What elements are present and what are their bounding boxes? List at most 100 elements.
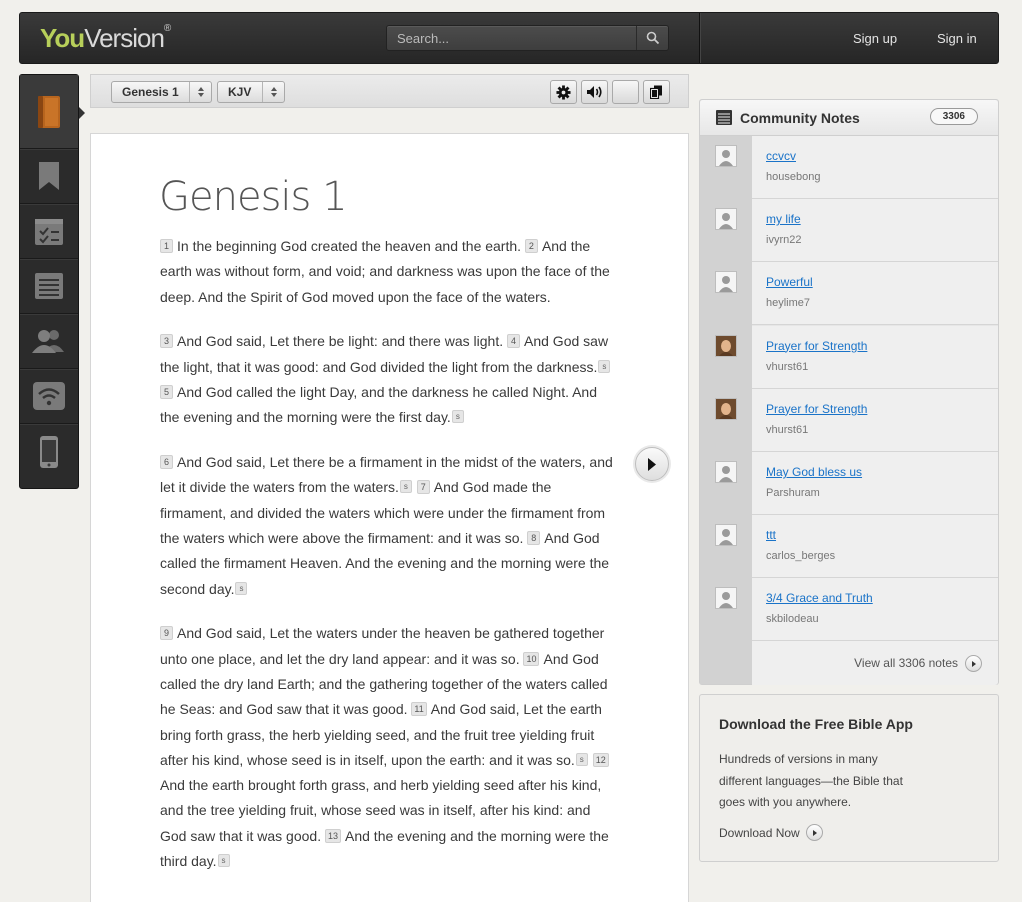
verse-number[interactable]: 2: [524, 239, 538, 253]
note-author: housebong: [766, 171, 821, 183]
download-now-link[interactable]: Download Now: [719, 824, 823, 841]
verse-paragraph: 1 In the beginning God created the heaven…: [160, 234, 620, 310]
reader-toolbar: Genesis 1 KJV: [90, 74, 689, 108]
rail-item-reader[interactable]: [20, 75, 78, 149]
user-avatar[interactable]: [715, 587, 737, 610]
section-marker[interactable]: s: [217, 854, 230, 868]
bible-reader-panel: Genesis 1 1 In the beginning God created …: [90, 133, 689, 902]
youversion-logo[interactable]: YouVersion®: [40, 23, 171, 54]
note-item: May God bless us Parshuram: [752, 452, 998, 515]
settings-button[interactable]: [550, 80, 577, 104]
sign-up-link[interactable]: Sign up: [853, 31, 897, 46]
active-section-pointer: [79, 107, 85, 119]
user-avatar[interactable]: [715, 271, 737, 294]
section-marker[interactable]: s: [575, 752, 588, 766]
blank-toolbar-button[interactable]: [612, 80, 639, 104]
version-label: KJV: [228, 85, 252, 99]
verse-number[interactable]: 6: [160, 455, 173, 470]
verse-text[interactable]: And God said, Let there be light: and th…: [177, 333, 503, 349]
section-marker[interactable]: s: [598, 359, 611, 373]
note-author: carlos_berges: [766, 550, 836, 563]
download-description: Hundreds of versions in many different l…: [719, 752, 903, 809]
verse-number[interactable]: 10: [523, 651, 540, 666]
default-user-icon: [719, 529, 733, 546]
note-item: Powerful heylime7: [752, 262, 998, 326]
section-marker[interactable]: s: [451, 410, 464, 424]
rail-item-plans[interactable]: [20, 204, 78, 259]
user-avatar[interactable]: [715, 145, 737, 167]
copy-button[interactable]: [643, 80, 670, 104]
version-selector[interactable]: KJV: [217, 81, 285, 103]
note-title-link[interactable]: ccvcv: [766, 149, 796, 163]
note-item: ccvcv housebong: [752, 136, 998, 199]
note-title-link[interactable]: Prayer for Strength: [766, 402, 867, 416]
note-title-link[interactable]: Powerful: [766, 275, 813, 289]
header-divider: [699, 13, 700, 63]
user-photo-icon: [716, 398, 736, 419]
notes-list-icon: [716, 110, 732, 125]
note-title-link[interactable]: my life: [766, 212, 801, 226]
note-item: my life ivyrn22: [752, 199, 998, 263]
note-author: heylime7: [766, 297, 811, 310]
plans-icon: [35, 219, 63, 245]
gear-icon: [556, 84, 571, 100]
note-item: 3/4 Grace and Truth skbilodeau: [752, 578, 998, 642]
default-user-icon: [719, 213, 733, 230]
friends-icon: [32, 330, 64, 353]
verse-number[interactable]: 8: [527, 530, 541, 545]
view-all-notes-label: View all 3306 notes: [854, 656, 958, 670]
audio-button[interactable]: [581, 80, 608, 104]
note-item: Prayer for Strength vhurst61: [752, 325, 998, 389]
notes-count-badge: 3306: [929, 108, 978, 125]
note-title-link[interactable]: Prayer for Strength: [766, 339, 867, 353]
updown-arrows-icon: [262, 82, 284, 102]
chapter-text: 1 In the beginning God created the heaven…: [160, 234, 620, 894]
section-marker[interactable]: s: [235, 581, 248, 595]
user-avatar[interactable]: [715, 524, 737, 547]
rail-item-live[interactable]: [20, 369, 78, 424]
verse-number[interactable]: 13: [324, 828, 341, 843]
speaker-icon: [587, 86, 602, 98]
download-heading: Download the Free Bible App: [719, 716, 913, 732]
verse-number[interactable]: 12: [592, 752, 609, 767]
sign-in-link[interactable]: Sign in: [937, 31, 977, 46]
section-marker[interactable]: s: [399, 480, 412, 494]
copy-icon: [650, 85, 662, 99]
user-avatar[interactable]: [715, 397, 737, 420]
note-title-link[interactable]: ttt: [766, 528, 776, 542]
rail-item-mobile[interactable]: [20, 424, 78, 479]
default-user-icon: [719, 592, 733, 609]
notes-icon: [35, 273, 63, 299]
verse-number[interactable]: 7: [416, 480, 430, 495]
verse-number[interactable]: 3: [160, 334, 173, 349]
search-input[interactable]: [387, 26, 637, 50]
download-now-label: Download Now: [719, 825, 800, 840]
user-avatar[interactable]: [715, 334, 737, 357]
note-item: Prayer for Strength vhurst61: [752, 388, 998, 452]
note-title-link[interactable]: May God bless us: [766, 465, 862, 479]
book-chapter-selector[interactable]: Genesis 1: [111, 81, 212, 103]
verse-number[interactable]: 9: [160, 626, 173, 641]
rail-item-friends[interactable]: [20, 314, 78, 369]
note-title-link[interactable]: 3/4 Grace and Truth: [766, 591, 873, 605]
user-photo-icon: [716, 335, 736, 356]
verse-text[interactable]: And God called the light Day, and the da…: [160, 384, 597, 425]
next-chapter-button[interactable]: [635, 447, 669, 481]
verse-text[interactable]: In the beginning God created the heaven …: [177, 238, 521, 254]
community-notes-panel: Community Notes 3306 ccvcv housebong my li…: [699, 99, 999, 685]
note-author: vhurst61: [766, 360, 809, 373]
user-avatar[interactable]: [715, 208, 737, 231]
note-author: skbilodeau: [766, 613, 819, 626]
book-chapter-label: Genesis 1: [122, 85, 179, 99]
verse-number[interactable]: 11: [411, 702, 427, 717]
search-icon: [646, 31, 659, 45]
community-notes-header: Community Notes 3306: [700, 100, 998, 136]
search-button[interactable]: [636, 26, 668, 50]
rail-item-notes[interactable]: [20, 259, 78, 314]
user-avatar[interactable]: [715, 461, 737, 483]
verse-number[interactable]: 4: [507, 334, 520, 349]
verse-number[interactable]: 1: [160, 239, 173, 253]
verse-number[interactable]: 5: [160, 384, 173, 399]
view-all-notes[interactable]: View all 3306 notes: [752, 641, 998, 685]
rail-item-bookmarks[interactable]: [20, 149, 78, 204]
